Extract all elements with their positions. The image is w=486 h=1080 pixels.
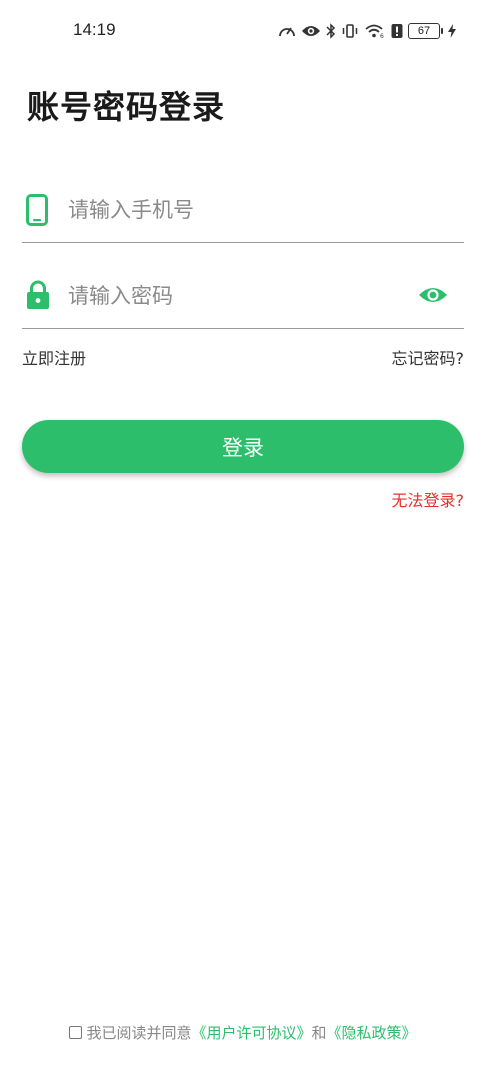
wifi-icon: 6 <box>364 23 386 39</box>
lock-icon <box>26 280 50 314</box>
privacy-policy-link[interactable]: 《隐私政策》 <box>327 1022 417 1043</box>
eye-status-icon <box>301 24 321 38</box>
page-title: 账号密码登录 <box>27 88 226 126</box>
password-input[interactable] <box>68 278 398 314</box>
password-field <box>22 268 464 329</box>
battery-icon: 67 <box>408 23 443 39</box>
status-icons: 6 67 <box>278 20 456 42</box>
bluetooth-icon <box>326 23 336 39</box>
battery-level: 67 <box>408 23 440 39</box>
show-password-eye-icon[interactable] <box>418 285 448 309</box>
forgot-password-link[interactable]: 忘记密码? <box>392 345 465 369</box>
cant-login-link[interactable]: 无法登录? <box>392 487 465 511</box>
alert-icon <box>391 23 403 39</box>
status-time: 14:19 <box>73 20 116 39</box>
status-bar: 14:19 6 67 <box>0 0 486 62</box>
agreement-connector: 和 <box>311 1023 327 1042</box>
login-button[interactable]: 登录 <box>22 420 464 473</box>
speedometer-icon <box>278 23 296 39</box>
agreement-prefix: 我已阅读并同意 <box>86 1023 192 1042</box>
agree-checkbox[interactable] <box>69 1025 83 1039</box>
phone-icon <box>26 194 48 230</box>
user-agreement-link[interactable]: 《用户许可协议》 <box>191 1022 311 1043</box>
charging-icon <box>448 24 456 38</box>
vibrate-icon <box>341 23 359 39</box>
phone-field <box>22 182 464 243</box>
svg-text:6: 6 <box>380 33 384 39</box>
phone-input[interactable] <box>68 192 398 228</box>
register-link[interactable]: 立即注册 <box>22 345 86 369</box>
agreement-row: 我已阅读并同意 《用户许可协议》 和 《隐私政策》 <box>0 1021 486 1043</box>
